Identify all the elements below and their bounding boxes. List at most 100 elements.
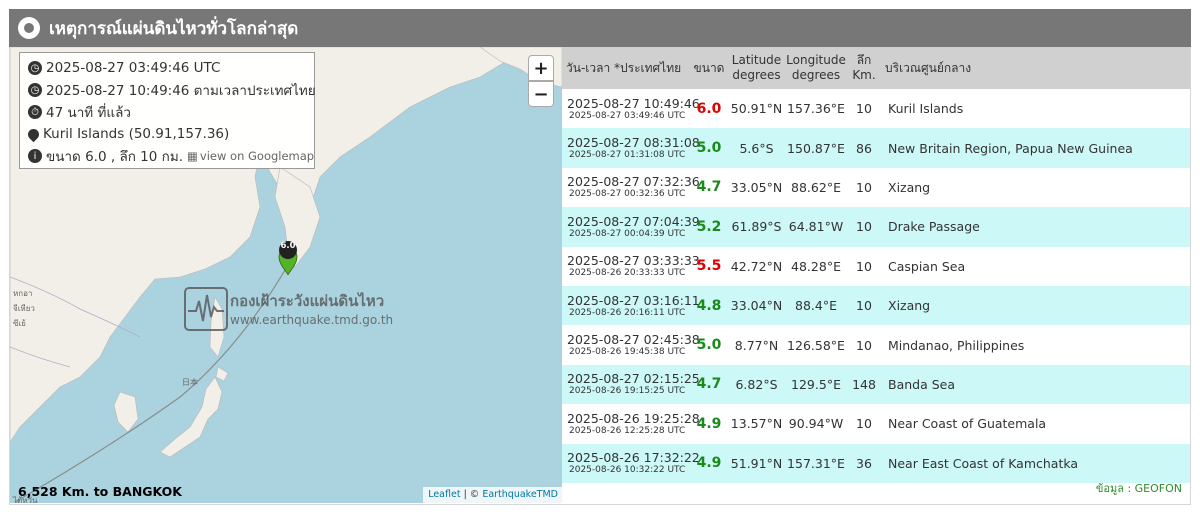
cell-local-time: 2025-08-27 08:31:08 (567, 135, 700, 151)
cell-local-time: 2025-08-26 17:32:22 (567, 450, 700, 466)
map-label-a: หกอา (13, 289, 33, 298)
table-row[interactable]: 2025-08-27 07:32:36 2025-08-27 00:32:36 U… (562, 168, 1190, 207)
table-row[interactable]: 2025-08-27 10:49:46 2025-08-27 03:49:46 U… (562, 89, 1190, 128)
cell-region: New Britain Region, Papua New Guinea (888, 140, 1133, 156)
cell-utc-time: 2025-08-26 19:45:38 UTC (569, 347, 686, 358)
col-header-region: บริเวณศูนย์กลาง (885, 60, 972, 75)
cell-utc-time: 2025-08-26 10:32:22 UTC (569, 465, 686, 476)
events-table-body: 2025-08-27 10:49:46 2025-08-27 03:49:46 U… (562, 89, 1190, 483)
cell-time: 2025-08-27 02:15:25 2025-08-26 19:15:25 U… (562, 365, 700, 404)
map-label-b: จีเหียว (13, 304, 35, 313)
cell-time: 2025-08-27 07:04:39 2025-08-27 00:04:39 U… (562, 207, 700, 246)
googlemap-icon[interactable]: ▦ (187, 149, 198, 163)
cell-local-time: 2025-08-27 02:15:25 (567, 371, 700, 387)
info-utc-row: ◷ 2025-08-27 03:49:46 UTC (28, 57, 314, 79)
cell-time: 2025-08-27 03:33:33 2025-08-26 20:33:33 U… (562, 247, 700, 286)
cell-region: Xizang (888, 298, 931, 314)
earthquake-widget: เหตุการณ์แผ่นดินไหวทั่วโลกล่าสุด 6.0 กอง… (0, 0, 1200, 516)
cell-region: Drake Passage (888, 219, 980, 235)
info-magnitude-depth: ขนาด 6.0 , ลึก 10 กม. (46, 149, 184, 165)
cell-time: 2025-08-27 02:45:38 2025-08-26 19:45:38 U… (562, 325, 700, 364)
info-local-row: ◷ 2025-08-27 10:49:46 ตามเวลาประเทศไทย (28, 79, 316, 101)
cell-utc-time: 2025-08-26 19:15:25 UTC (569, 386, 686, 397)
event-info-popup: ◷ 2025-08-27 03:49:46 UTC ◷ 2025-08-27 1… (19, 52, 316, 169)
col-header-latitude-line1: Latitude (731, 53, 782, 67)
cell-depth: 10 (856, 219, 872, 235)
cell-longitude: 157.36°E (787, 101, 845, 117)
stopwatch-icon: ⏱ (28, 105, 42, 119)
events-table-container: วัน-เวลา *ประเทศไทย ขนาด Latitude degrees… (562, 47, 1190, 503)
watermark-url: www.earthquake.tmd.go.th (230, 313, 394, 327)
map[interactable]: 6.0 กองเฝ้าระวังแผ่นดินไหว www.earthquak… (10, 47, 562, 503)
cell-depth: 10 (856, 258, 872, 274)
cell-depth: 10 (856, 337, 872, 353)
cell-region: Caspian Sea (888, 258, 966, 274)
events-table: วัน-เวลา *ประเทศไทย ขนาด Latitude degrees… (562, 47, 1190, 483)
table-row[interactable]: 2025-08-27 03:33:33 2025-08-26 20:33:33 U… (562, 247, 1190, 286)
info-location: Kuril Islands (50.91,157.36) (43, 126, 230, 142)
leaflet-link[interactable]: Leaflet (428, 489, 460, 500)
cell-region: Xizang (888, 179, 931, 195)
cell-time: 2025-08-26 19:25:28 2025-08-26 12:25:28 U… (562, 404, 700, 443)
widget-header: เหตุการณ์แผ่นดินไหวทั่วโลกล่าสุด (9, 9, 1191, 47)
col-header-longitude-line1: Longitude (786, 53, 846, 67)
cell-depth: 10 (856, 179, 872, 195)
zoom-in-button[interactable]: + (528, 55, 554, 81)
cell-region: Near Coast of Guatemala (888, 416, 1047, 432)
cell-depth: 86 (856, 140, 872, 156)
cell-region: Mindanao, Philippines (888, 337, 1025, 353)
cell-longitude: 64.81°W (788, 219, 844, 235)
cell-time: 2025-08-27 07:32:36 2025-08-27 00:32:36 U… (562, 168, 700, 207)
widget-title: เหตุการณ์แผ่นดินไหวทั่วโลกล่าสุด (49, 18, 299, 39)
zoom-out-button[interactable]: − (528, 81, 554, 107)
table-row[interactable]: 2025-08-27 03:16:11 2025-08-26 20:16:11 U… (562, 285, 1190, 326)
cell-utc-time: 2025-08-27 00:04:39 UTC (569, 228, 686, 239)
table-row[interactable]: 2025-08-26 19:25:28 2025-08-26 12:25:28 U… (562, 404, 1190, 443)
table-row[interactable]: 2025-08-27 02:15:25 2025-08-26 19:15:25 U… (562, 364, 1190, 405)
cell-time: 2025-08-27 08:31:08 2025-08-27 01:31:08 U… (562, 128, 700, 167)
table-header-row: วัน-เวลา *ประเทศไทย ขนาด Latitude degrees… (562, 47, 1190, 89)
cell-latitude: 8.77°N (734, 337, 779, 353)
cell-utc-time: 2025-08-27 00:32:36 UTC (569, 189, 686, 200)
googlemap-link[interactable]: view on Googlemap (200, 149, 314, 163)
cell-depth: 148 (852, 376, 876, 392)
cell-latitude: 33.04°N (730, 298, 783, 314)
map-attribution: Leaflet | © EarthquakeTMD (423, 487, 562, 503)
map-label-c: ซีเย้ (13, 319, 26, 328)
cell-longitude: 90.94°W (788, 416, 844, 432)
map-label-japan: 日本 (182, 378, 198, 387)
table-row[interactable]: 2025-08-27 08:31:08 2025-08-27 01:31:08 U… (562, 128, 1190, 168)
cell-latitude: 51.91°N (730, 455, 783, 471)
info-ago: 47 นาที ที่แล้ว (46, 105, 131, 121)
cell-time: 2025-08-26 17:32:22 2025-08-26 10:32:22 U… (562, 444, 700, 483)
earthquake-tmd-link[interactable]: EarthquakeTMD (482, 489, 558, 500)
distance-to-bangkok: 6,528 Km. to BANGKOK (18, 484, 182, 499)
map-marker-magnitude[interactable]: 6.0 (280, 241, 296, 251)
cell-time: 2025-08-27 10:49:46 2025-08-27 03:49:46 U… (562, 89, 700, 128)
map-pin-icon (25, 126, 42, 142)
table-row[interactable]: 2025-08-26 17:32:22 2025-08-26 10:32:22 U… (562, 443, 1190, 483)
cell-utc-time: 2025-08-26 20:16:11 UTC (569, 307, 686, 318)
seismograph-icon (184, 287, 228, 331)
clock-icon: ◷ (28, 83, 42, 97)
col-header-latitude: Latitude degrees (728, 47, 785, 89)
col-header-magnitude: ขนาด (693, 60, 725, 75)
info-utc-time: 2025-08-27 03:49:46 UTC (46, 60, 221, 76)
col-header-depth: ลึก Km. (847, 47, 881, 89)
cell-utc-time: 2025-08-26 12:25:28 UTC (569, 425, 686, 436)
cell-depth: 10 (856, 101, 872, 117)
table-row[interactable]: 2025-08-27 02:45:38 2025-08-26 19:45:38 U… (562, 325, 1190, 364)
cell-utc-time: 2025-08-27 01:31:08 UTC (569, 150, 686, 161)
cell-local-time: 2025-08-26 19:25:28 (567, 410, 700, 426)
cell-local-time: 2025-08-27 07:04:39 (567, 213, 700, 229)
data-source: ข้อมูล : GEOFON (1095, 482, 1182, 495)
attribution-separator: | © (460, 489, 483, 500)
cell-latitude: 33.05°N (730, 179, 783, 195)
col-header-depth-line2: Km. (852, 68, 876, 82)
table-row[interactable]: 2025-08-27 07:04:39 2025-08-27 00:04:39 U… (562, 207, 1190, 247)
watermark-title: กองเฝ้าระวังแผ่นดินไหว (230, 292, 385, 310)
cell-region: Near East Coast of Kamchatka (888, 455, 1079, 471)
cell-longitude: 88.4°E (795, 298, 837, 314)
cell-latitude: 6.82°S (735, 376, 778, 392)
cell-longitude: 48.28°E (791, 258, 841, 274)
